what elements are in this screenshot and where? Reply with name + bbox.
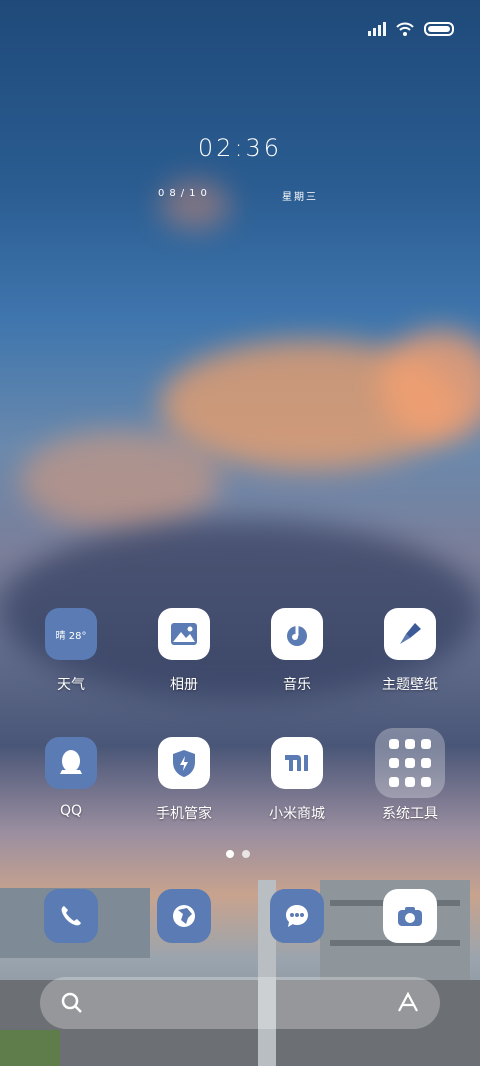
app-label: 主题壁纸 [382,677,438,693]
qq-icon [45,737,97,789]
assistant-icon[interactable] [396,991,420,1015]
app-label: 系统工具 [382,806,438,822]
dock-messages[interactable] [247,889,347,943]
folder-icon [375,728,445,798]
weather-icon: 晴 28° [45,608,97,660]
app-security[interactable]: 手机管家 [134,737,234,823]
wifi-icon [396,22,414,36]
battery-icon [424,22,454,36]
app-themes[interactable]: 主题壁纸 [360,608,460,694]
page-dot-active[interactable] [226,850,234,858]
search-bar[interactable] [40,977,440,1029]
shield-icon [158,737,210,789]
mi-store-icon [271,737,323,789]
app-label: 天气 [57,677,85,693]
phone-icon [44,889,98,943]
gallery-icon [158,608,210,660]
app-label: 手机管家 [156,806,212,822]
app-label: 相册 [170,677,198,693]
app-weather[interactable]: 晴 28° 天气 [21,608,121,694]
weekday-text: 星期三 [282,192,318,203]
brush-icon [384,608,436,660]
app-gallery[interactable]: 相册 [134,608,234,694]
dock-browser[interactable] [134,889,234,943]
music-icon [271,608,323,660]
clock-time: 02:36 [197,134,283,162]
app-mi-store[interactable]: 小米商城 [247,737,347,823]
app-qq[interactable]: QQ [21,737,121,819]
dock-camera[interactable] [360,889,460,943]
page-indicator [226,850,250,858]
search-icon[interactable] [61,992,83,1014]
app-label: 小米商城 [269,806,325,822]
signal-icon [368,22,386,36]
message-icon [270,889,324,943]
camera-icon [383,889,437,943]
app-music[interactable]: 音乐 [247,608,347,694]
app-label: QQ [59,803,83,819]
page-dot[interactable] [242,850,250,858]
browser-icon [157,889,211,943]
date-text: 08/10 [158,188,212,199]
app-label: 音乐 [283,677,311,693]
dock-phone[interactable] [21,889,121,943]
status-bar [368,22,454,36]
folder-system-tools[interactable]: 系统工具 [360,728,460,823]
